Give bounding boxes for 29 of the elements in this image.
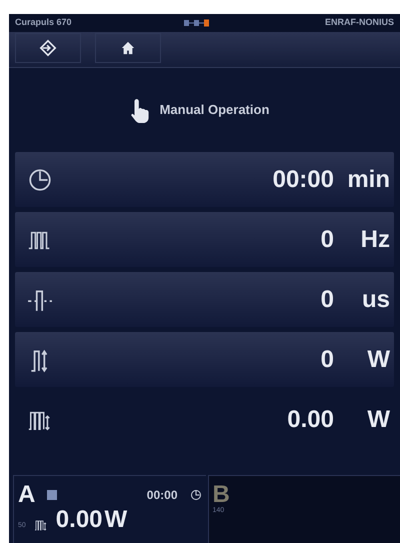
parameter-unit: W (366, 404, 390, 434)
parameter-unit: min (346, 164, 390, 194)
parameter-value: 00:00 (272, 164, 334, 194)
parameter-row[interactable]: 00:00 min (15, 152, 394, 207)
parameter-value: 0 (320, 224, 334, 254)
parameter-unit: Hz (360, 224, 390, 254)
parameter-unit: W (366, 344, 390, 374)
channel-label: A (18, 482, 36, 508)
channel-power: 0.00 (56, 506, 103, 534)
parameter-row[interactable]: 0 W (15, 332, 394, 387)
device-name: Curapuls 670 (15, 16, 72, 30)
parameter-value: 0.00 (287, 404, 334, 434)
parameter-row[interactable]: 0 us (15, 272, 394, 327)
channel-power-unit: W (104, 506, 128, 534)
exit-icon (39, 39, 57, 57)
parameter-value: 0 (320, 284, 334, 314)
brand-name: ENRAF-NONIUS (325, 16, 394, 30)
clock-icon (27, 166, 53, 192)
parameter-row[interactable]: 0 Hz (15, 212, 394, 267)
mode-title: Manual Operation (160, 101, 270, 120)
channel-label: B (212, 482, 230, 508)
home-icon (121, 41, 135, 55)
exit-button[interactable] (15, 33, 81, 63)
home-button[interactable] (95, 33, 161, 63)
parameter-value: 0 (320, 344, 334, 374)
parameter-unit: us (360, 284, 390, 314)
stop-icon (47, 490, 58, 500)
channel-time: 00:00 (146, 487, 178, 504)
clock-icon (190, 489, 202, 501)
